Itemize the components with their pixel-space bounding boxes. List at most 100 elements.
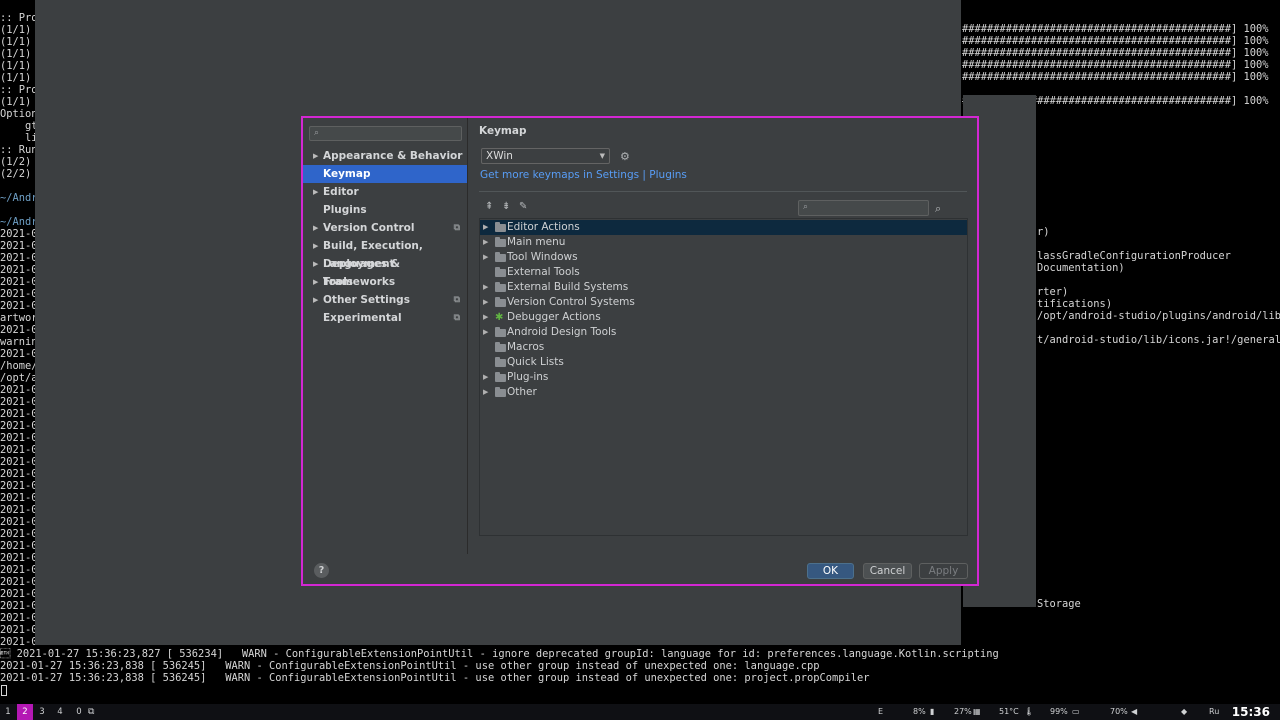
search-icon: ⌕ — [803, 202, 809, 212]
terminal-line: 2021-0 — [0, 528, 36, 540]
terminal-line: 2021-0 — [0, 348, 36, 360]
tree-item-external-tools[interactable]: External Tools — [480, 265, 967, 280]
workspace-0[interactable]: 0 — [71, 704, 87, 720]
terminal-line: 2021-0 — [0, 540, 36, 552]
terminal-line: (1/1) — [0, 48, 32, 60]
speaker-icon[interactable]: ◀︎ — [1131, 704, 1137, 720]
tree-item-plug-ins[interactable]: ▶ Plug-ins — [480, 370, 967, 385]
terminal-line: 2021-0 — [0, 636, 36, 648]
get-more-keymaps-link[interactable]: Get more keymaps in Settings | Plugins — [480, 169, 687, 181]
workspace-2[interactable]: 2 — [17, 704, 33, 720]
sidebar-item-editor[interactable]: ▶ Editor — [303, 183, 467, 201]
separator — [479, 191, 967, 192]
terminal-line: /opt/android-studio/plugins/android/lib/ — [1037, 310, 1280, 322]
chevron-down-icon: ▼ — [599, 152, 605, 160]
window-layout-icon[interactable]: ⧉ — [88, 704, 94, 720]
keymap-select[interactable]: XWin ▼ — [481, 148, 610, 164]
tree-item-label: Debugger Actions — [507, 311, 601, 323]
cpu-usage: 8% — [913, 707, 926, 716]
cancel-button[interactable]: Cancel — [863, 563, 912, 579]
terminal-line: 2021-0 — [0, 576, 36, 588]
ok-button[interactable]: OK — [807, 563, 854, 579]
collapse-all-icon[interactable]: ⇟ — [502, 201, 510, 212]
terminal-line: 2021-01-27 15:36:23,838 [ 536245] WARN -… — [0, 660, 820, 672]
network-icon[interactable]: ◆ — [1181, 704, 1187, 720]
sidebar-item-languages-frameworks[interactable]: ▶ Languages & Frameworks — [303, 255, 467, 288]
help-button[interactable]: ? — [314, 563, 329, 578]
tree-item-label: External Build Systems — [507, 281, 629, 293]
terminal-line: rter) — [1037, 286, 1069, 298]
sidebar-item-plugins[interactable]: Plugins — [303, 201, 467, 219]
terminal-line: 2021-0 — [0, 324, 36, 336]
terminal-line: ########################################… — [962, 23, 1269, 35]
terminal-line: 2021-0 — [0, 396, 36, 408]
folder-icon — [495, 222, 506, 232]
terminal-line: 2021-0 — [0, 552, 36, 564]
sidebar-item-other-settings[interactable]: ▶ Other Settings ⧉ — [303, 291, 467, 309]
workspace-4[interactable]: 4 — [52, 704, 68, 720]
sidebar-item-tools[interactable]: ▶ Tools — [303, 273, 467, 291]
terminal-line: 2021-0 — [0, 480, 36, 492]
language-indicator[interactable]: Ru — [1209, 704, 1219, 720]
tree-item-android-design-tools[interactable]: ▶ Android Design Tools — [480, 325, 967, 340]
sidebar-item-version-control[interactable]: ▶ Version Control ⧉ — [303, 219, 467, 237]
tree-item-tool-windows[interactable]: ▶ Tool Windows — [480, 250, 967, 265]
tree-item-editor-actions[interactable]: ▶ Editor Actions — [480, 220, 967, 235]
terminal-line: ########################################… — [962, 59, 1269, 71]
battery-icon: ▭ — [1072, 707, 1080, 716]
folder-icon — [495, 267, 506, 277]
folder-icon — [495, 357, 506, 367]
settings-search-input[interactable]: ⌕ — [309, 126, 462, 141]
workspace-1[interactable]: 1 — [0, 704, 16, 720]
terminal-line: /opt/a — [0, 372, 36, 384]
edit-pencil-icon[interactable]: ✎ — [519, 201, 527, 212]
sidebar-item-appearance-behavior[interactable]: ▶ Appearance & Behavior — [303, 147, 467, 165]
expand-arrow-icon: ▶ — [313, 296, 319, 304]
terminal-line: 2021-0 — [0, 432, 36, 444]
actions-search-input[interactable]: ⌕ — [798, 200, 929, 216]
terminal-line: 2021-0 — [0, 504, 36, 516]
sidebar-item-build-execution-deployment[interactable]: ▶ Build, Execution, Deployment — [303, 237, 467, 270]
gear-icon[interactable]: ⚙ — [620, 150, 630, 163]
tree-item-external-build-systems[interactable]: ▶ External Build Systems — [480, 280, 967, 295]
folder-icon — [495, 372, 506, 382]
expand-all-icon[interactable]: ⇞ — [485, 201, 493, 212]
terminal-line: 2021-0 — [0, 612, 36, 624]
tree-item-macros[interactable]: Macros — [480, 340, 967, 355]
terminal-line: tifications) — [1037, 298, 1113, 310]
terminal-line: 2021-0 — [0, 384, 36, 396]
terminal-line: 2021-0 — [0, 240, 36, 252]
sidebar-item-keymap[interactable]: Keymap — [303, 165, 467, 183]
actions-tree: ▶ Editor Actions ▶ Main menu ▶ Tool Wind… — [479, 218, 968, 536]
sidebar-item-label: Other Settings — [323, 294, 410, 306]
workspace-3[interactable]: 3 — [34, 704, 50, 720]
terminal-line: 2021-0 — [0, 588, 36, 600]
find-by-shortcut-icon[interactable]: ⌕ — [935, 202, 941, 216]
tree-item-other[interactable]: ▶ Other — [480, 385, 967, 400]
terminal-line: (1/2) — [0, 156, 32, 168]
sidebar-item-label: Experimental — [323, 312, 402, 324]
tree-item-version-control-systems[interactable]: ▶ Version Control Systems — [480, 295, 967, 310]
expand-arrow-icon: ▶ — [483, 238, 489, 246]
tree-item-main-menu[interactable]: ▶ Main menu — [480, 235, 967, 250]
sidebar-item-experimental[interactable]: Experimental ⧉ — [303, 309, 467, 327]
expand-arrow-icon: ▶ — [483, 373, 489, 381]
cpu-icon: ▮ — [930, 707, 935, 716]
terminal-line: Storage — [1037, 598, 1081, 610]
terminal-line: (1/1) — [0, 36, 32, 48]
apply-button[interactable]: Apply — [919, 563, 968, 579]
sidebar-item-label: Appearance & Behavior — [323, 150, 463, 162]
tree-item-label: External Tools — [507, 266, 580, 278]
terminal-line: :: Pro — [0, 12, 36, 24]
terminal-line: (1/1) — [0, 72, 32, 84]
tree-item-debugger-actions[interactable]: ▶ ✱ Debugger Actions — [480, 310, 967, 325]
build-folder-icon — [495, 282, 506, 292]
tree-item-quick-lists[interactable]: Quick Lists — [480, 355, 967, 370]
terminal-line: ~/Andr — [0, 216, 36, 228]
